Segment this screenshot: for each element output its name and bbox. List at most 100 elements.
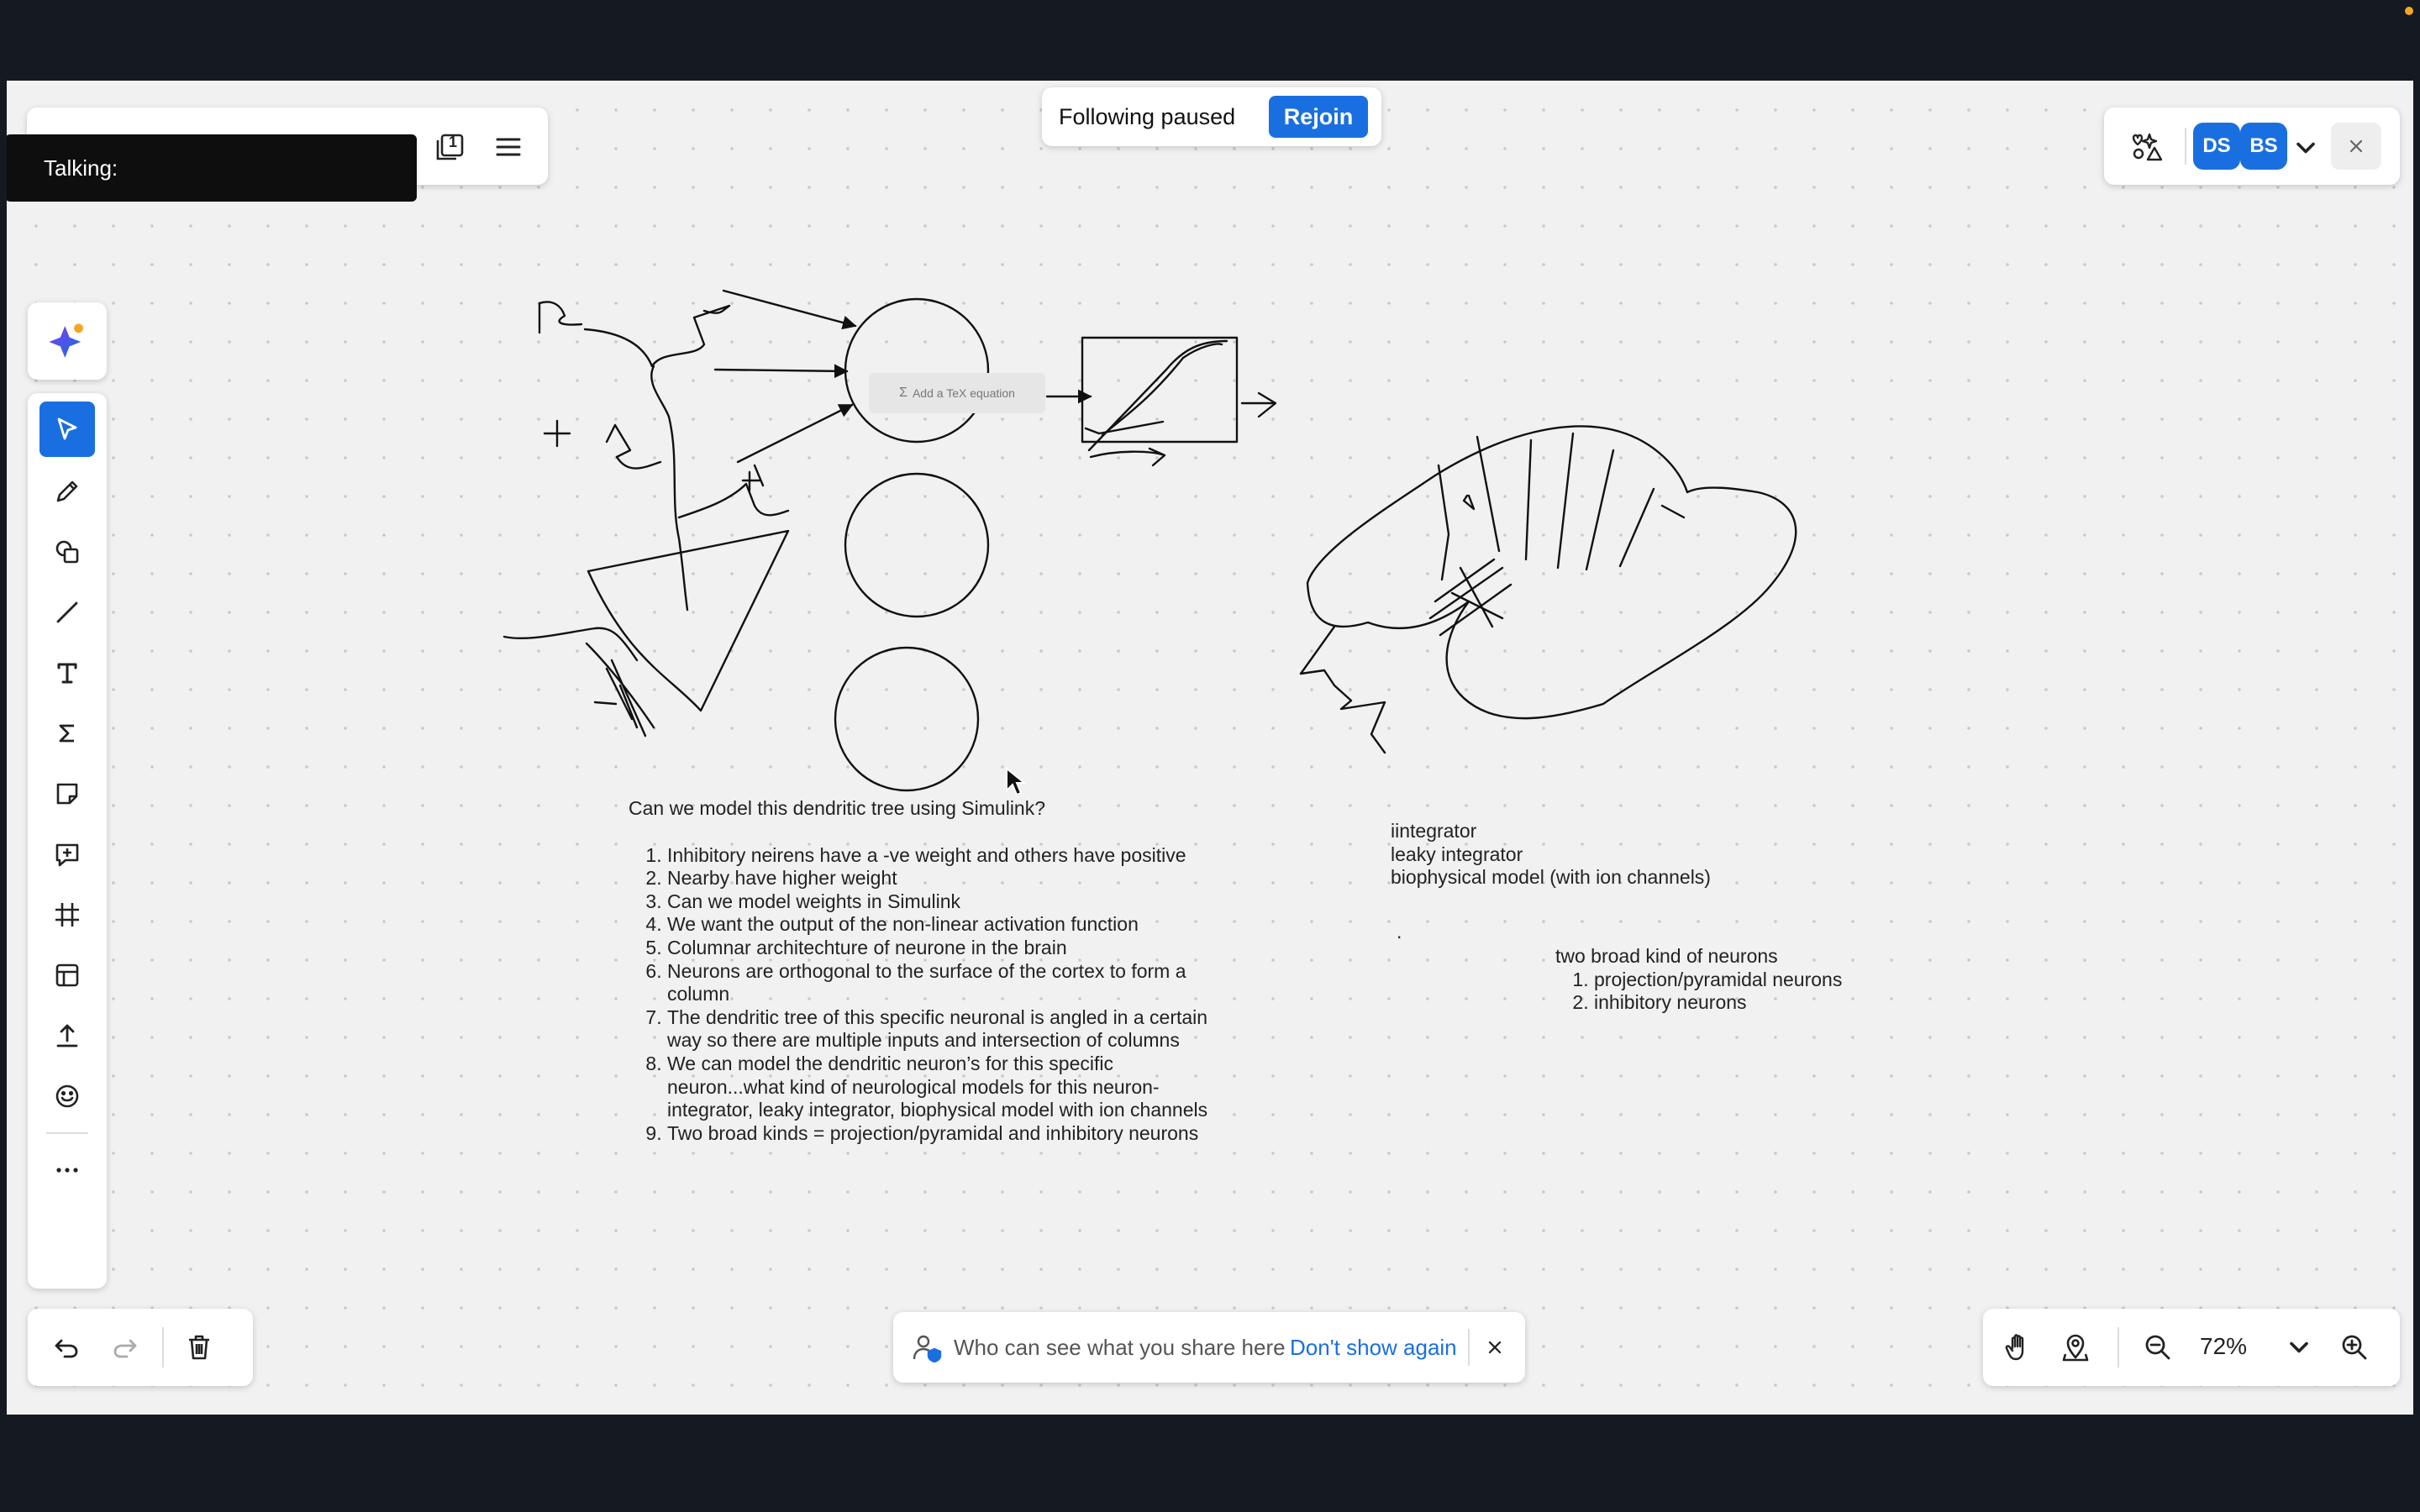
neuron-kinds-list: projection/pyramidal neurons inhibitory …: [1555, 969, 1942, 1015]
redo-button[interactable]: [102, 1324, 149, 1371]
list-item: Columnar architechture of neurone in the…: [667, 937, 1234, 960]
chevron-down-icon: [2296, 142, 2315, 154]
stray-dot-text[interactable]: .: [1397, 921, 1402, 944]
ai-shapes-button[interactable]: [2124, 123, 2171, 170]
shapes-sparkle-icon: [2132, 133, 2163, 161]
more-dots-icon: [56, 1168, 78, 1173]
tool-template[interactable]: [39, 948, 95, 1003]
tool-equation[interactable]: [39, 706, 95, 761]
activation-function-box: [1081, 336, 1239, 444]
collaborators-card: DS BS: [2104, 108, 2400, 185]
delete-button[interactable]: [176, 1324, 223, 1371]
list-item: We want the output of the non-linear act…: [667, 913, 1234, 937]
zoom-level[interactable]: 72%: [2200, 1333, 2247, 1360]
divider: [162, 1327, 164, 1368]
avatar-initials: DS: [2202, 134, 2231, 157]
template-icon: [55, 963, 79, 987]
zoom-out-icon: [2145, 1335, 2170, 1360]
following-paused-bar: Following paused Rejoin: [1042, 87, 1381, 146]
sigma-icon: [59, 724, 74, 743]
divider: [1468, 1329, 1470, 1366]
dendritic-tree-sketch: [502, 301, 790, 738]
close-session-button[interactable]: [2331, 123, 2381, 170]
list-item: Two broad kinds = projection/pyramidal a…: [667, 1122, 1234, 1146]
notes-block[interactable]: Can we model this dendritic tree using S…: [629, 797, 1234, 1145]
zoom-in-button[interactable]: [2331, 1324, 2378, 1371]
avatar[interactable]: DS: [2193, 123, 2240, 170]
tool-comment[interactable]: [39, 827, 95, 882]
dont-show-again-link[interactable]: Don't show again: [1290, 1335, 1457, 1361]
zoom-dropdown[interactable]: [2284, 1332, 2314, 1362]
tool-sticky-note[interactable]: [39, 766, 95, 822]
navigation-toolbar: 72%: [1983, 1309, 2400, 1386]
list-item: Can we model weights in Simulink: [667, 890, 1234, 914]
ai-assistant-card: [28, 302, 107, 380]
emoji-icon: [55, 1084, 79, 1108]
ai-sparkle-icon: [49, 323, 83, 358]
whiteboard-canvas[interactable]: Σ Add a TeX equation Can we model this d…: [7, 81, 2413, 1415]
zoom-out-button[interactable]: [2134, 1324, 2181, 1371]
undo-button[interactable]: [43, 1324, 90, 1371]
top-bar: [0, 0, 2420, 81]
list-item: We can model the dendritic neuron’s for …: [667, 1053, 1234, 1122]
divider: [2185, 128, 2186, 165]
list-item: inhibitory neurons: [1594, 991, 1942, 1015]
history-toolbar: [28, 1309, 253, 1386]
upload-icon: [56, 1024, 78, 1047]
tex-placeholder-label: Add a TeX equation: [912, 386, 1015, 400]
tool-upload[interactable]: [39, 1008, 95, 1063]
list-item: projection/pyramidal neurons: [1594, 969, 1942, 992]
neuron-kinds-heading: two broad kind of neurons: [1555, 945, 1778, 967]
tool-palette: [28, 393, 107, 1289]
neuron-kinds-text[interactable]: two broad kind of neurons projection/pyr…: [1555, 945, 1942, 1015]
tool-text[interactable]: [39, 645, 95, 701]
comment-icon: [55, 843, 79, 867]
brain-sketch: [1299, 425, 1797, 754]
share-notice-bar: Who can see what you share here Don't sh…: [893, 1312, 1525, 1383]
main-menu-button[interactable]: [487, 126, 529, 168]
models-line: iintegrator: [1391, 820, 1477, 842]
recording-indicator: [2405, 7, 2413, 15]
close-icon: [2349, 139, 2363, 153]
avatar[interactable]: BS: [2240, 123, 2287, 170]
tool-more[interactable]: [39, 1142, 95, 1198]
tool-line[interactable]: [39, 585, 95, 640]
ai-assistant-button[interactable]: [39, 314, 95, 370]
divider: [46, 1132, 88, 1134]
models-line: leaky integrator: [1391, 843, 1523, 865]
map-pin-icon: [2062, 1334, 2089, 1362]
pen-icon: [56, 480, 78, 502]
shapes-icon: [55, 540, 79, 564]
locate-button[interactable]: [2052, 1324, 2099, 1371]
models-text[interactable]: iintegrator leaky integrator biophysical…: [1391, 820, 1828, 890]
frames-count: 1: [449, 134, 458, 150]
hamburger-menu-icon: [496, 138, 521, 156]
text-icon: [57, 663, 77, 684]
redo-icon: [113, 1339, 137, 1358]
sigma-icon: Σ: [899, 386, 908, 400]
tool-shapes[interactable]: [39, 524, 95, 580]
pan-hand-button[interactable]: [1995, 1324, 2042, 1371]
talking-label: Talking:: [44, 155, 118, 181]
user-shield-icon: [913, 1335, 942, 1363]
sketch-layer: [502, 289, 1797, 792]
rejoin-button[interactable]: Rejoin: [1269, 96, 1368, 138]
notes-list: Inhibitory neirens have a -ve weight and…: [629, 844, 1234, 1146]
tool-pen[interactable]: [39, 464, 95, 519]
tool-emoji[interactable]: [39, 1068, 95, 1124]
hand-icon: [2005, 1334, 2024, 1361]
trash-icon: [189, 1335, 209, 1360]
participants-dropdown[interactable]: [2291, 133, 2321, 163]
dismiss-notice-button[interactable]: [1478, 1331, 1512, 1364]
tex-equation-placeholder[interactable]: Σ Add a TeX equation: [869, 373, 1045, 413]
close-icon: [1488, 1341, 1502, 1354]
frame-icon: [55, 903, 79, 927]
mouse-cursor-icon: [1006, 767, 1027, 796]
line-icon: [56, 601, 78, 623]
frames-button[interactable]: 1: [429, 126, 471, 168]
tool-select[interactable]: [39, 402, 95, 457]
zoom-in-icon: [2342, 1335, 2367, 1360]
notes-heading: Can we model this dendritic tree using S…: [629, 797, 1046, 819]
neuron-circle-1: [844, 297, 990, 444]
tool-frame[interactable]: [39, 887, 95, 942]
